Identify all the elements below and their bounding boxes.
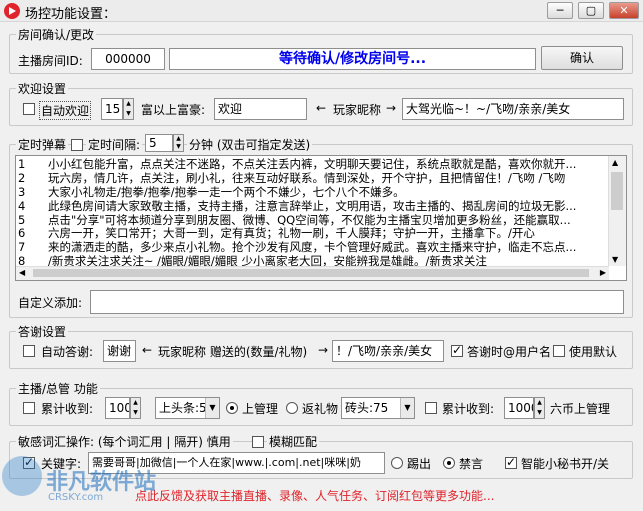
arrow-left-icon: ←: [316, 101, 327, 115]
auto-welcome-checkbox[interactable]: [23, 103, 35, 115]
close-button[interactable]: ✕: [609, 2, 639, 19]
accum2-suffix: 六币上管理: [550, 402, 611, 416]
welcome-group-label: 欢迎设置: [16, 80, 69, 97]
thanks-at-user-label: 答谢时@用户名: [467, 345, 552, 359]
timer-minutes-spinner[interactable]: ▲ ▼: [173, 134, 184, 152]
use-default-label: 使用默认: [569, 345, 618, 359]
admin-radio[interactable]: [226, 402, 238, 414]
thanks-mid-label: 玩家昵称 赠送的(数量/礼物): [158, 345, 308, 359]
welcome-level-input[interactable]: 15: [101, 98, 123, 120]
return-gift-label: 返礼物: [302, 402, 339, 416]
list-item[interactable]: 2 玩六房，情几许，点关注，刷小礼，往来互动好联系。情到深处，开个守护，且把情留住…: [16, 171, 609, 185]
welcome-tail-input[interactable]: 大驾光临~！~/飞吻/亲亲/美女: [402, 98, 624, 120]
thanks-group-label: 答谢设置: [16, 323, 69, 340]
accum2-spinner[interactable]: ▲ ▼: [534, 397, 545, 419]
watermark-logo-icon: [2, 456, 42, 496]
timer-minutes-input[interactable]: 5: [145, 134, 173, 152]
fuzzy-match-label: 模糊匹配: [267, 433, 320, 450]
auto-thanks-checkbox[interactable]: [23, 345, 35, 357]
ban-label: 禁言: [459, 457, 484, 471]
anchor-group-label: 主播/总管 功能: [16, 380, 100, 397]
list-item[interactable]: 3 大家小礼物走/抱拳/抱拳/抱拳一走一个两个不嫌少，七个八个不嫌多。: [16, 185, 609, 199]
kick-radio[interactable]: [391, 457, 403, 469]
thanks-tail-input[interactable]: ！/飞吻/亲亲/美女: [332, 340, 444, 362]
timer-interval-label: 定时间隔:: [86, 136, 143, 153]
scroll-down-icon[interactable]: ▼: [612, 255, 618, 264]
custom-add-label: 自定义添加:: [18, 296, 83, 310]
welcome-nick-label: 玩家昵称: [333, 103, 382, 117]
room-id-label: 主播房间ID:: [18, 54, 83, 68]
timer-group-label: 定时弹幕: [16, 136, 69, 153]
horizontal-scrollbar[interactable]: ◀ ▶: [16, 266, 609, 280]
horizontal-scroll-thumb[interactable]: [33, 269, 589, 277]
arrow-right-icon: →: [318, 343, 329, 357]
list-item[interactable]: 4 此绿色房间请大家致敬主播，支持主播，注意言辞举止，文明用语，攻击主播的、揭乱房…: [16, 199, 609, 213]
auto-thanks-label: 自动答谢:: [41, 345, 94, 359]
timer-suffix-label: 分钟 (双击可指定发送): [187, 136, 313, 153]
arrow-left-icon: ←: [142, 343, 153, 357]
list-item[interactable]: 6 六房一开，笑口常开；大哥一到，定有真货；礼物一刷，千人膜拜；守护一开，主播拿下…: [16, 226, 609, 240]
timer-list-rows: 1 小小红包能升富，点点关注不迷路，不点关注丢内裤，文明聊天要记住，系统点歌就是酷…: [16, 157, 609, 267]
accum2-checkbox[interactable]: [425, 402, 437, 414]
feedback-link[interactable]: 点此反馈及获取主播直播、录像、人气任务、订阅红包等更多功能...: [135, 487, 494, 504]
scroll-up-icon[interactable]: ▲: [612, 158, 618, 167]
accum1-input[interactable]: 100: [105, 397, 130, 419]
timer-message-list[interactable]: 1 小小红包能升富，点点关注不迷路，不点关注丢内裤，文明聊天要记住，系统点歌就是酷…: [15, 155, 627, 281]
window-title: 场控功能设置：: [25, 7, 117, 22]
accum1-spinner[interactable]: ▲ ▼: [130, 397, 141, 419]
welcome-level-spinner[interactable]: ▲ ▼: [123, 98, 134, 120]
gift-select[interactable]: 砖头:75 ▼: [341, 397, 415, 419]
use-default-checkbox[interactable]: [553, 345, 565, 357]
chevron-down-icon[interactable]: ▼: [400, 398, 414, 418]
auto-welcome-label: 自动欢迎: [39, 101, 92, 120]
vertical-scrollbar[interactable]: ▲ ▼: [608, 156, 626, 266]
maximize-button[interactable]: ▢: [578, 2, 604, 19]
list-item[interactable]: 7 来的潇洒走的酷，多少来点小礼物。抢个沙发有风度，卡个管理好威武。喜欢主播来守护…: [16, 240, 609, 254]
fuzzy-match-checkbox[interactable]: [252, 436, 264, 448]
room-status-text: 等待确认/修改房间号...: [278, 51, 427, 67]
scroll-left-icon[interactable]: ◀: [19, 268, 25, 277]
chevron-down-icon[interactable]: ▼: [205, 398, 219, 418]
sensitive-group-label: 敏感词汇操作: (每个词汇用 | 隔开) 慎用: [16, 433, 233, 450]
accum2-input[interactable]: 1000: [504, 397, 534, 419]
welcome-greet-input[interactable]: 欢迎: [214, 98, 307, 120]
timer-interval-checkbox[interactable]: [71, 139, 83, 151]
ban-radio[interactable]: [443, 457, 455, 469]
smart-bot-label: 智能小秘书开/关: [521, 457, 610, 471]
minimize-button[interactable]: ─: [547, 2, 573, 19]
accum1-checkbox[interactable]: [23, 402, 35, 414]
room-status-display: 等待确认/修改房间号...: [169, 48, 536, 70]
smart-bot-checkbox[interactable]: [505, 455, 517, 469]
room-id-input[interactable]: 000000: [91, 48, 165, 70]
rank-select[interactable]: 上头条:5 ▼: [155, 397, 220, 419]
accum1-label: 累计收到:: [41, 402, 94, 416]
list-item[interactable]: 5 点击"分享"可将本频道分享到朋友圈、微博、QQ空间等，不仅能为主播宝贝增加更多…: [16, 213, 609, 227]
welcome-level-suffix: 富以上富豪:: [141, 103, 206, 117]
accum2-label: 累计收到:: [442, 402, 495, 416]
arrow-right-icon: →: [386, 101, 397, 115]
thanks-text-input[interactable]: 谢谢: [103, 340, 136, 362]
app-logo-icon: [4, 3, 20, 19]
kick-label: 踢出: [407, 457, 432, 471]
return-gift-radio[interactable]: [286, 402, 298, 414]
list-item[interactable]: 1 小小红包能升富，点点关注不迷路，不点关注丢内裤，文明聊天要记住，系统点歌就是酷…: [16, 157, 609, 171]
vertical-scroll-thumb[interactable]: [611, 172, 623, 210]
admin-radio-label: 上管理: [242, 402, 279, 416]
confirm-room-button[interactable]: 确认: [541, 46, 623, 70]
room-group-label: 房间确认/更改: [16, 26, 97, 43]
thanks-at-user-checkbox[interactable]: [451, 343, 463, 357]
custom-add-input[interactable]: [90, 290, 624, 314]
watermark-subtext: CRSKY.com: [48, 492, 104, 503]
scroll-right-icon[interactable]: ▶: [600, 268, 606, 277]
